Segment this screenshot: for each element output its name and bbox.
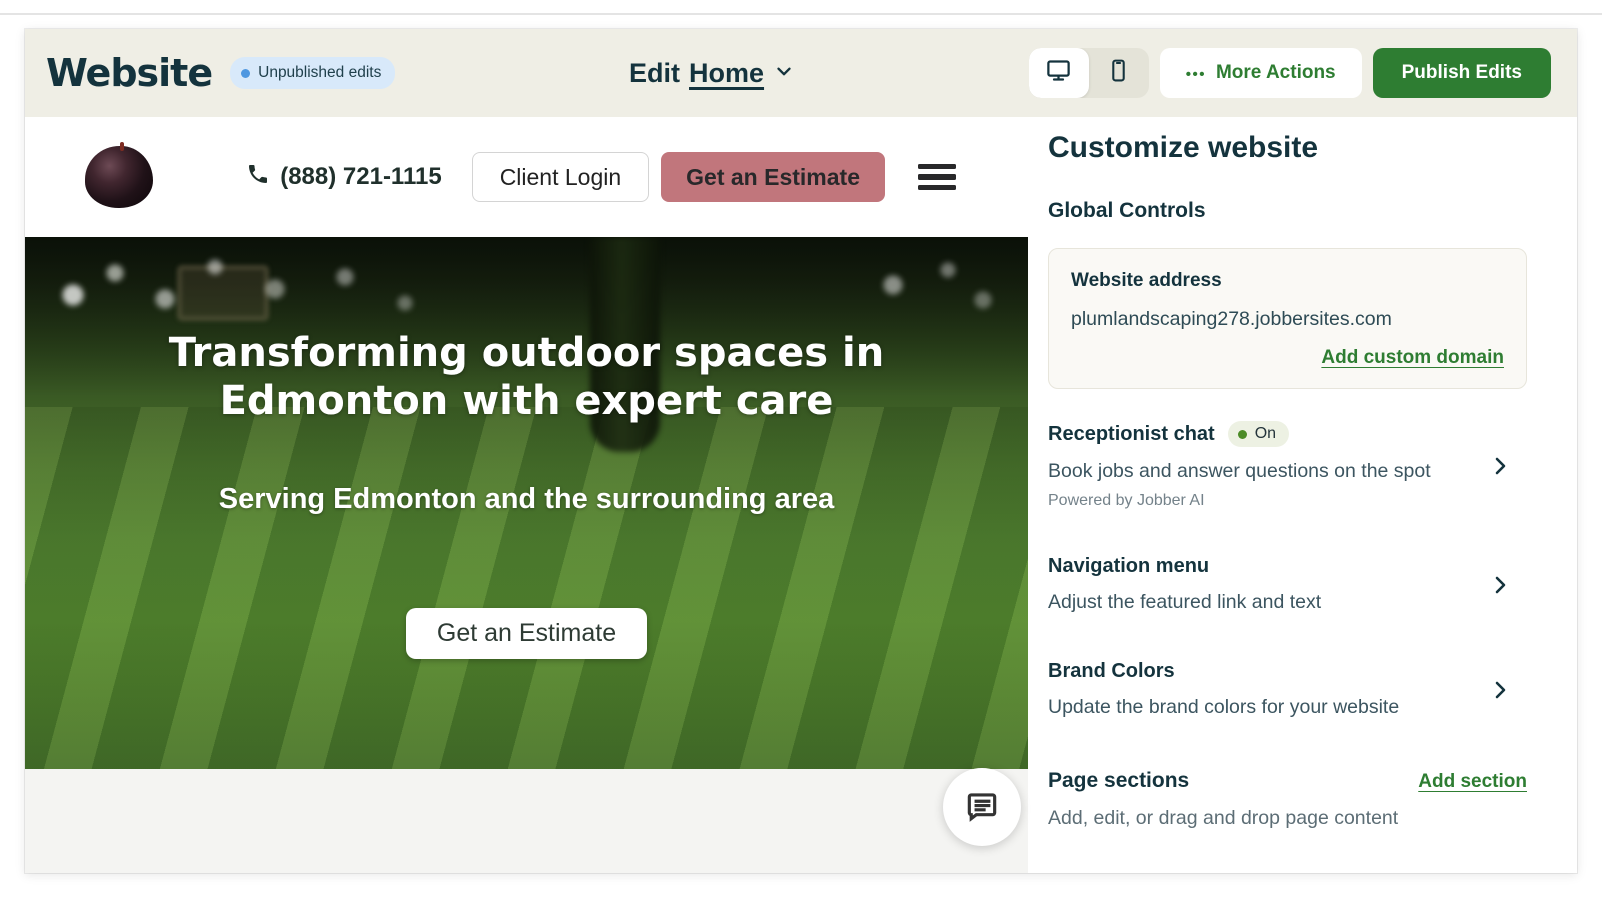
next-section-background <box>25 769 1028 873</box>
editor-main: (888) 721-1115 Client Login Get an Estim… <box>25 117 1577 873</box>
brand-colors-label: Brand Colors <box>1048 660 1175 682</box>
device-preview-toggle <box>1028 48 1149 98</box>
brand-colors-row[interactable]: Brand Colors Update the brand colors for… <box>1048 660 1527 719</box>
phone-number: (888) 721-1115 <box>280 163 442 190</box>
mobile-view-button[interactable] <box>1089 48 1149 98</box>
chevron-right-icon[interactable] <box>1488 678 1512 702</box>
chat-bubble-icon <box>963 787 1001 828</box>
get-estimate-button[interactable]: Get an Estimate <box>661 152 885 202</box>
receptionist-chat-row[interactable]: Receptionist chat On Book jobs and answe… <box>1048 421 1527 510</box>
site-preview-pane: (888) 721-1115 Client Login Get an Estim… <box>25 117 1028 873</box>
website-url: plumlandscaping278.jobbersites.com <box>1071 308 1392 330</box>
phone-link[interactable]: (888) 721-1115 <box>246 162 442 193</box>
hero-subheadline: Serving Edmonton and the surrounding are… <box>218 483 835 515</box>
ellipsis-icon: ••• <box>1185 65 1206 83</box>
plum-logo[interactable] <box>85 142 153 208</box>
client-login-button[interactable]: Client Login <box>471 152 650 202</box>
receptionist-status-text: On <box>1254 425 1277 442</box>
page-sections-description: Add, edit, or drag and drop page content <box>1048 807 1399 829</box>
phone-icon <box>246 162 270 193</box>
green-dot-icon <box>1237 429 1247 439</box>
hero-cta-button[interactable]: Get an Estimate <box>405 608 648 659</box>
app-title: Website <box>46 51 213 95</box>
hero-headline: Transforming outdoor spaces in Edmonton … <box>168 330 885 424</box>
current-page-dropdown[interactable]: Home <box>689 58 764 89</box>
preview-site-header: (888) 721-1115 Client Login Get an Estim… <box>25 117 1028 237</box>
window-divider <box>0 13 1602 15</box>
edit-label: Edit <box>629 57 681 88</box>
chevron-down-icon[interactable] <box>773 58 795 89</box>
receptionist-status-badge: On <box>1227 421 1290 447</box>
chat-widget-button[interactable] <box>943 768 1021 846</box>
hamburger-icon <box>918 163 956 170</box>
editor-topbar: Website Unpublished edits Edit Home ••• … <box>25 29 1577 117</box>
brand-colors-description: Update the brand colors for your website <box>1048 696 1400 718</box>
blue-dot-icon <box>241 68 251 78</box>
chevron-right-icon[interactable] <box>1488 573 1512 597</box>
add-section-link[interactable]: Add section <box>1418 771 1527 793</box>
hero-content: Transforming outdoor spaces in Edmonton … <box>25 237 1028 769</box>
navigation-menu-description: Adjust the featured link and text <box>1048 591 1322 613</box>
more-actions-label: More Actions <box>1215 62 1336 83</box>
receptionist-footnote: Powered by Jobber AI <box>1048 492 1205 509</box>
navigation-menu-label: Navigation menu <box>1048 555 1210 577</box>
hero-section: Transforming outdoor spaces in Edmonton … <box>25 237 1028 769</box>
global-controls-heading: Global Controls <box>1048 199 1206 222</box>
publish-edits-button[interactable]: Publish Edits <box>1372 48 1551 98</box>
website-address-label: Website address <box>1071 270 1222 291</box>
status-badge-label: Unpublished edits <box>258 64 382 81</box>
chevron-right-icon[interactable] <box>1488 454 1512 478</box>
receptionist-chat-label: Receptionist chat <box>1048 422 1215 445</box>
more-actions-button[interactable]: ••• More Actions <box>1159 48 1362 98</box>
receptionist-description: Book jobs and answer questions on the sp… <box>1048 460 1431 482</box>
desktop-view-button[interactable] <box>1028 48 1089 98</box>
mobile-icon <box>1106 58 1131 88</box>
hamburger-menu-button[interactable] <box>918 163 956 191</box>
customize-sidebar: Customize website Global Controls Websit… <box>1028 117 1577 873</box>
navigation-menu-row[interactable]: Navigation menu Adjust the featured link… <box>1048 555 1527 614</box>
desktop-icon <box>1045 57 1072 89</box>
website-editor-app: Website Unpublished edits Edit Home ••• … <box>25 29 1577 873</box>
website-address-card: Website address plumlandscaping278.jobbe… <box>1048 248 1527 389</box>
edit-page-selector: Edit Home <box>629 58 795 89</box>
add-custom-domain-link[interactable]: Add custom domain <box>1321 347 1504 368</box>
page-sections-heading: Page sections <box>1048 769 1190 792</box>
unpublished-edits-badge: Unpublished edits <box>230 57 396 89</box>
sidebar-title: Customize website <box>1048 131 1319 164</box>
